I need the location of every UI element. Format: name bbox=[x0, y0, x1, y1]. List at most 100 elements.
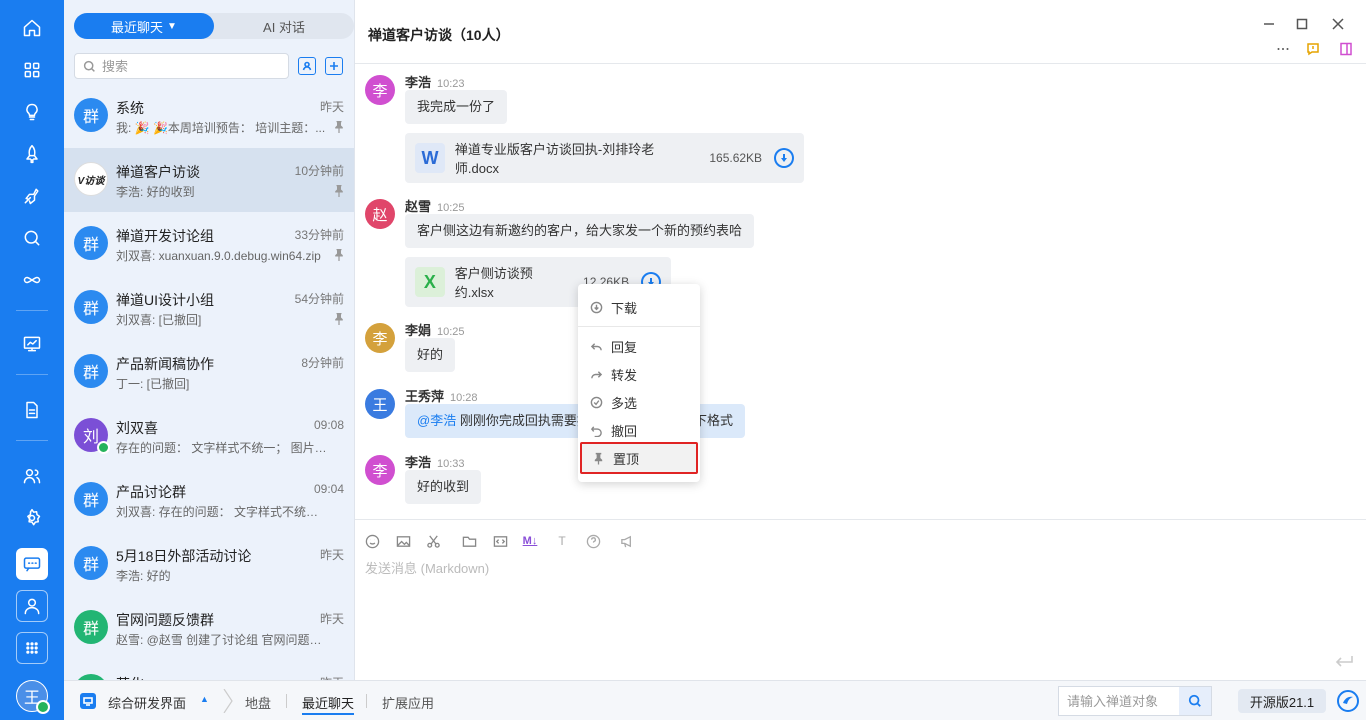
lightbulb-icon[interactable] bbox=[16, 96, 48, 128]
emoji-icon bbox=[365, 534, 379, 548]
sender-avatar[interactable]: 李 bbox=[365, 75, 395, 105]
reply-icon bbox=[590, 342, 602, 350]
tab-recent-chats[interactable]: 最近聊天 ▼ bbox=[74, 13, 214, 39]
tab-divider bbox=[286, 694, 287, 708]
workspace-switcher[interactable]: 综合研发界面 bbox=[108, 693, 186, 712]
message-sender: 李浩 10:23 bbox=[405, 75, 465, 90]
chat-name: 官网问题反馈群 bbox=[116, 612, 214, 628]
emoji-button[interactable] bbox=[363, 532, 381, 550]
chat-list-item[interactable]: V访谈 禅道客户访谈 10分钟前 李浩: 好的收到 bbox=[64, 148, 354, 212]
mention-link[interactable]: @李浩 bbox=[417, 413, 456, 428]
forward-icon bbox=[591, 370, 603, 378]
message-bubble[interactable]: 我完成一份了 bbox=[405, 90, 508, 124]
message-bubble[interactable]: 好的收到 bbox=[405, 470, 482, 504]
contacts-book-button[interactable] bbox=[298, 57, 316, 75]
menu-item-reply[interactable]: 回复 bbox=[578, 333, 700, 359]
chat-preview: 我: 🎉 🎉本周培训预告： 培训主题：... bbox=[116, 121, 326, 135]
menu-item-pin[interactable]: 置顶 bbox=[580, 442, 698, 474]
search-icon bbox=[1188, 694, 1201, 707]
chat-list-item[interactable]: 群产品讨论群 09:04 刘双喜: 存在的问题： 文字样式不统一；... bbox=[64, 468, 354, 532]
new-chat-button[interactable] bbox=[325, 57, 343, 75]
settings-gear-icon[interactable] bbox=[16, 502, 48, 534]
pin-icon bbox=[334, 249, 344, 261]
chat-name: 刘双喜 bbox=[116, 420, 158, 436]
screenshot-button[interactable] bbox=[424, 532, 442, 550]
close-button[interactable] bbox=[1328, 14, 1348, 34]
maximize-button[interactable] bbox=[1292, 14, 1312, 34]
message-sender: 赵雪 10:25 bbox=[405, 199, 465, 214]
menu-item-download[interactable]: 下载 bbox=[578, 294, 700, 320]
minimize-button[interactable] bbox=[1259, 14, 1279, 34]
chat-list-item[interactable]: 群 5月18日外部活动讨论 昨天 李浩: 好的 bbox=[64, 532, 354, 596]
chat-list-item[interactable]: 群官网问题反馈群 昨天 赵雪: @赵雪 创建了讨论组 官网问题反... bbox=[64, 596, 354, 660]
announce-button[interactable] bbox=[618, 532, 636, 550]
file-attachment[interactable]: W 禅道专业版客户访谈回执-刘排玲老师.docx 165.62KB bbox=[405, 133, 804, 183]
chat-search-input[interactable] bbox=[102, 58, 272, 74]
rocket-icon[interactable] bbox=[16, 138, 48, 170]
breadcrumb-chevron-icon bbox=[222, 688, 234, 714]
message-bubble[interactable]: 好的 bbox=[405, 338, 456, 372]
excel-file-icon: X bbox=[415, 267, 445, 297]
bottom-bar: 综合研发界面 ▲ 地盘 最近聊天 扩展应用 开源版21.1 bbox=[64, 680, 1366, 720]
tab-recent-chats-bottom[interactable]: 最近聊天 bbox=[302, 693, 355, 715]
send-button[interactable] bbox=[1334, 654, 1354, 670]
chat-avatar: 群 bbox=[74, 226, 108, 260]
contacts-person-icon[interactable] bbox=[16, 590, 48, 622]
message-input[interactable] bbox=[365, 558, 1345, 658]
chat-list-item[interactable]: 群禅道开发讨论组 33分钟前 刘双喜: xuanxuan.9.0.debug.win… bbox=[64, 212, 354, 276]
file-button[interactable] bbox=[460, 532, 478, 550]
side-panel-button[interactable] bbox=[1337, 40, 1355, 58]
zentao-logo-icon[interactable] bbox=[1337, 690, 1359, 712]
chat-list-item[interactable]: 群营化昨天 bbox=[64, 660, 354, 680]
version-badge[interactable]: 开源版21.1 bbox=[1238, 689, 1326, 713]
team-users-icon[interactable] bbox=[16, 460, 48, 492]
home-icon[interactable] bbox=[16, 12, 48, 44]
chat-time: 昨天 bbox=[319, 548, 344, 562]
chat-name: 禅道客户访谈 bbox=[116, 164, 200, 180]
chat-list-item[interactable]: 群系统 昨天 我: 🎉 🎉本周培训预告： 培训主题：... bbox=[64, 84, 354, 148]
code-button[interactable] bbox=[491, 532, 509, 550]
chat-list-item[interactable]: 刘刘双喜 09:08 存在的问题： 文字样式不统一； 图片大... bbox=[64, 404, 354, 468]
zentao-object-input[interactable] bbox=[1059, 687, 1179, 715]
chat-search-box bbox=[74, 53, 289, 79]
tab-extensions[interactable]: 扩展应用 bbox=[382, 693, 434, 712]
sender-avatar[interactable]: 王 bbox=[365, 389, 395, 419]
zentao-search-button[interactable] bbox=[1179, 687, 1211, 715]
sprint-icon[interactable] bbox=[16, 180, 48, 212]
menu-item-forward[interactable]: 转发 bbox=[578, 361, 700, 387]
online-status-icon bbox=[36, 700, 50, 714]
enter-send-icon bbox=[1335, 656, 1353, 667]
user-avatar[interactable]: 王 bbox=[16, 680, 50, 714]
menu-item-multiselect[interactable]: 多选 bbox=[578, 389, 700, 415]
chat-list-panel: 最近聊天▼ AI 对话 群系统昨天我: 🎉 🎉本周培训预告： 培训主题：...V… bbox=[64, 0, 355, 680]
more-apps-dots-icon[interactable] bbox=[16, 632, 48, 664]
tab-my-dashboard[interactable]: 地盘 bbox=[245, 693, 271, 712]
document-icon[interactable] bbox=[16, 394, 48, 426]
tab-ai-chat[interactable]: AI 对话 bbox=[214, 13, 354, 39]
chat-icon[interactable] bbox=[16, 548, 48, 580]
rail-divider bbox=[16, 440, 48, 441]
text-format-button[interactable]: T bbox=[553, 532, 571, 550]
notice-button[interactable] bbox=[1304, 40, 1322, 58]
menu-item-undo[interactable]: 撤回 bbox=[578, 417, 700, 443]
download-button[interactable] bbox=[774, 148, 794, 168]
sender-avatar[interactable]: 李 bbox=[365, 455, 395, 485]
report-chart-icon[interactable] bbox=[16, 328, 48, 360]
image-button[interactable] bbox=[394, 532, 412, 550]
markdown-toggle[interactable]: M↓ bbox=[521, 532, 539, 550]
chat-list-item[interactable]: 群禅道UI设计小组 54分钟前 刘双喜: [已撤回] bbox=[64, 276, 354, 340]
message-context-menu: 下载 回复 转发 多选 撤回 置顶 bbox=[578, 284, 700, 482]
sender-avatar[interactable]: 李 bbox=[365, 323, 395, 353]
qa-search-icon[interactable] bbox=[16, 222, 48, 254]
help-button[interactable] bbox=[584, 532, 602, 550]
caret-up-icon[interactable]: ▲ bbox=[200, 694, 209, 704]
chat-list-item[interactable]: 群产品新闻稿协作 8分钟前 丁一: [已撤回] bbox=[64, 340, 354, 404]
sender-avatar[interactable]: 赵 bbox=[365, 199, 395, 229]
side-panel-icon bbox=[1340, 42, 1352, 56]
pin-icon bbox=[334, 185, 344, 197]
chat-avatar: 群 bbox=[74, 482, 108, 516]
devops-infinity-icon[interactable] bbox=[16, 264, 48, 296]
message-bubble[interactable]: 客户侧这边有新邀约的客户，给大家发一个新的预约表哈 bbox=[405, 214, 755, 248]
apps-grid-icon[interactable] bbox=[16, 54, 48, 86]
more-options-button[interactable] bbox=[1274, 40, 1292, 58]
